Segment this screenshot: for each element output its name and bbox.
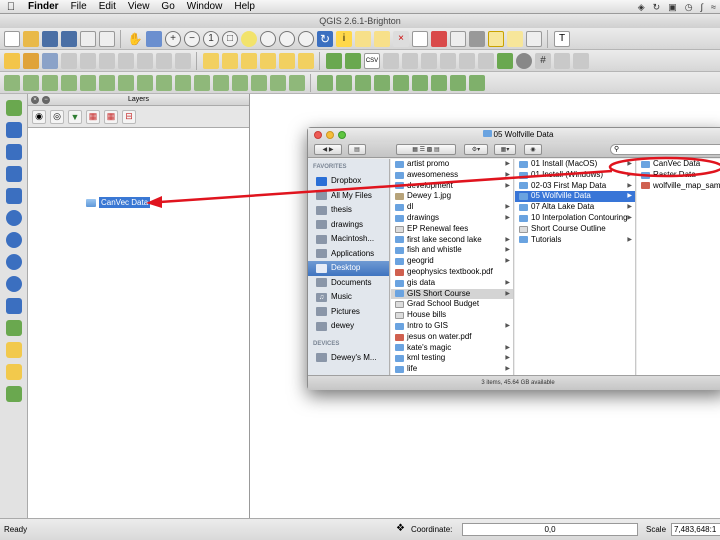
coordinate-label: Coordinate: [411,525,453,534]
coordinate-toggle-icon[interactable]: ❖ [396,523,405,534]
status-ready-text: Ready [4,525,28,534]
annotation-line [159,169,613,204]
scale-field[interactable]: 7,483,648:1 [671,523,720,536]
drag-annotation-arrow [146,156,720,208]
coordinate-field[interactable]: 0,0 [462,523,638,536]
scale-label: Scale [646,525,667,534]
annotation-arrowhead [146,196,162,208]
status-bar: Ready ❖ Coordinate: 0,0 Scale 7,483,648:… [0,518,720,540]
annotation-ellipse [608,156,720,178]
